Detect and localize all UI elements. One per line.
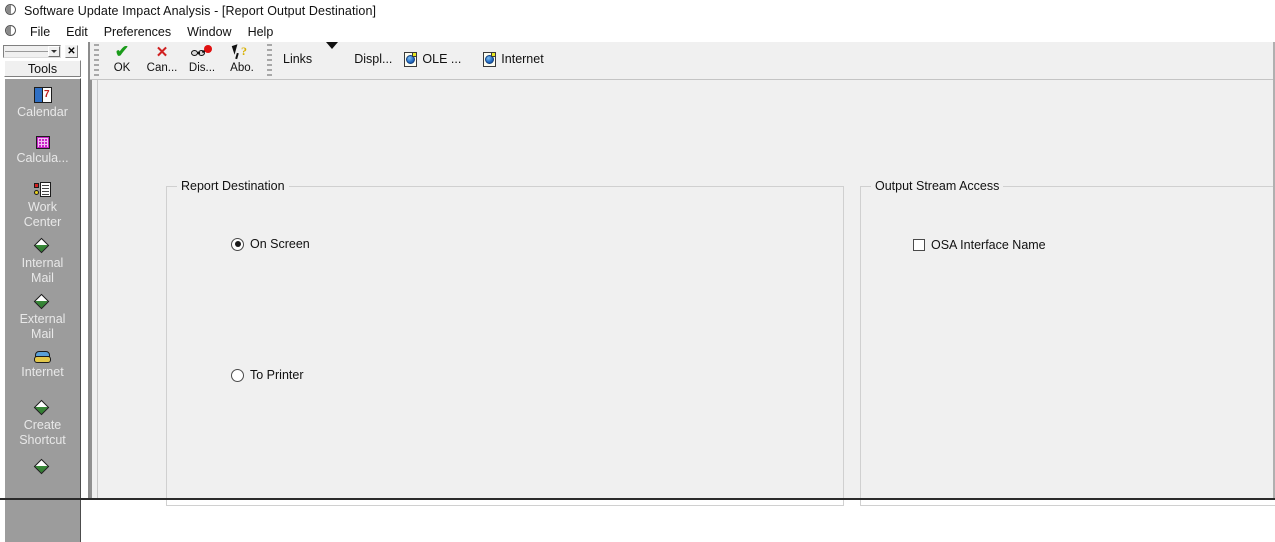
window-menu-circle-icon[interactable] [5, 25, 18, 38]
mail-diamond-icon [33, 237, 50, 254]
sidebar-item-label: External Mail [19, 312, 66, 341]
window-circle-icon [5, 4, 18, 17]
sidebar-items-list: Calendar Calcula... Work Center Internal… [4, 78, 81, 542]
sidebar-item-partial[interactable] [5, 458, 80, 475]
sidebar-item-label: Calcula... [16, 151, 69, 165]
check-icon: ✔ [109, 43, 135, 68]
menu-item-file[interactable]: File [22, 24, 58, 40]
radio-to-printer[interactable]: To Printer [231, 368, 304, 382]
sidebar-tab-tools[interactable]: Tools [4, 60, 81, 77]
calculator-icon [35, 136, 50, 149]
toolbar-separator [267, 44, 272, 78]
work-center-icon [34, 182, 51, 198]
checkbox-osa-interface-name[interactable]: OSA Interface Name [913, 238, 1046, 252]
ole-menu-item[interactable]: OLE ... [398, 42, 467, 76]
cancel-button[interactable]: ✕ Can... [142, 42, 182, 76]
internet-menu-item-label: Internet [501, 52, 544, 66]
toolbar-links-group: Links Displ... OLE ... Internet [277, 42, 550, 76]
sidebar-item-label: Create Shortcut [19, 418, 66, 447]
sidebar-item-label: Calendar [17, 105, 68, 119]
cancel-x-icon: ✕ [155, 44, 169, 61]
radio-on-screen-label: On Screen [250, 237, 310, 251]
display-button[interactable]: Dis... [182, 42, 222, 76]
sidebar-item-external-mail[interactable]: External Mail [5, 293, 80, 342]
sidebar-item-internal-mail[interactable]: Internal Mail [5, 237, 80, 286]
sidebar-item-calculator[interactable]: Calcula... [5, 136, 80, 166]
checkbox-osa-interface-name-label: OSA Interface Name [931, 238, 1046, 252]
about-button[interactable]: ? Abo. [222, 42, 262, 76]
display-glasses-icon [189, 44, 215, 61]
dialog-panel: Report Destination On Screen To Printer … [90, 80, 1275, 506]
telephone-icon [34, 351, 51, 363]
ole-menu-item-label: OLE ... [422, 52, 462, 66]
links-label: Links [283, 52, 313, 66]
shortcut-diamond-icon [33, 399, 50, 416]
chevron-down-icon[interactable] [326, 42, 339, 49]
application-window: Software Update Impact Analysis - [Repor… [0, 0, 1275, 542]
mail-diamond-icon [33, 293, 50, 310]
checkbox-osa-interface-name-indicator[interactable] [913, 239, 925, 251]
close-icon[interactable]: ✕ [65, 45, 78, 58]
sidebar-item-calendar[interactable]: Calendar [5, 87, 80, 120]
radio-to-printer-label: To Printer [250, 368, 304, 382]
radio-to-printer-indicator[interactable] [231, 368, 244, 382]
ok-button[interactable]: ✔ OK [102, 42, 142, 76]
main-toolbar: ✔ OK ✕ Can... Dis... ? Abo. Links Displ.… [90, 42, 1275, 80]
output-stream-access-group: Output Stream Access [860, 179, 1275, 506]
menu-bar: File Edit Preferences Window Help [0, 21, 1275, 42]
about-button-label: Abo. [230, 62, 254, 74]
menu-item-window[interactable]: Window [179, 24, 239, 40]
about-help-cursor-icon: ? [229, 44, 255, 61]
internet-menu-item[interactable]: Internet [477, 42, 549, 76]
ole-document-icon [404, 51, 418, 67]
output-stream-access-title: Output Stream Access [871, 179, 1004, 193]
calendar-icon [33, 87, 52, 103]
sidebar-group-combo[interactable] [3, 45, 61, 58]
radio-on-screen[interactable]: On Screen [231, 237, 310, 251]
title-bar: Software Update Impact Analysis - [Repor… [0, 0, 1275, 21]
ok-button-label: OK [113, 62, 131, 74]
menu-item-preferences[interactable]: Preferences [96, 24, 179, 40]
sidebar-item-label: Internet [21, 365, 64, 379]
menu-item-help[interactable]: Help [240, 24, 282, 40]
display-button-label: Dis... [188, 62, 216, 74]
mail-diamond-icon [33, 458, 50, 475]
sidebar-item-internet[interactable]: Internet [5, 351, 80, 380]
report-destination-group: Report Destination [166, 179, 844, 506]
sidebar-item-create-shortcut[interactable]: Create Shortcut [5, 399, 80, 448]
sidebar-item-label: Work Center [23, 200, 62, 229]
sidebar-header: ✕ [3, 44, 85, 59]
toolbar-grip[interactable] [94, 44, 99, 78]
display-menu-item[interactable]: Displ... [348, 42, 398, 76]
sidebar-item-label: Internal Mail [21, 256, 64, 285]
report-destination-title: Report Destination [177, 179, 289, 193]
menu-item-edit[interactable]: Edit [58, 24, 96, 40]
chevron-down-icon[interactable] [48, 46, 60, 57]
radio-on-screen-indicator[interactable] [231, 237, 244, 251]
internet-document-icon [483, 51, 497, 67]
sidebar-item-work-center[interactable]: Work Center [5, 182, 80, 230]
tools-sidebar: ✕ Tools Calendar Calcula... Work Center … [0, 42, 88, 542]
dialog-page: Report Destination On Screen To Printer … [97, 80, 1275, 506]
cancel-button-label: Can... [146, 62, 178, 74]
window-title: Software Update Impact Analysis - [Repor… [24, 3, 377, 18]
toolbar-action-group: ✔ OK ✕ Can... Dis... ? Abo. [102, 42, 262, 76]
